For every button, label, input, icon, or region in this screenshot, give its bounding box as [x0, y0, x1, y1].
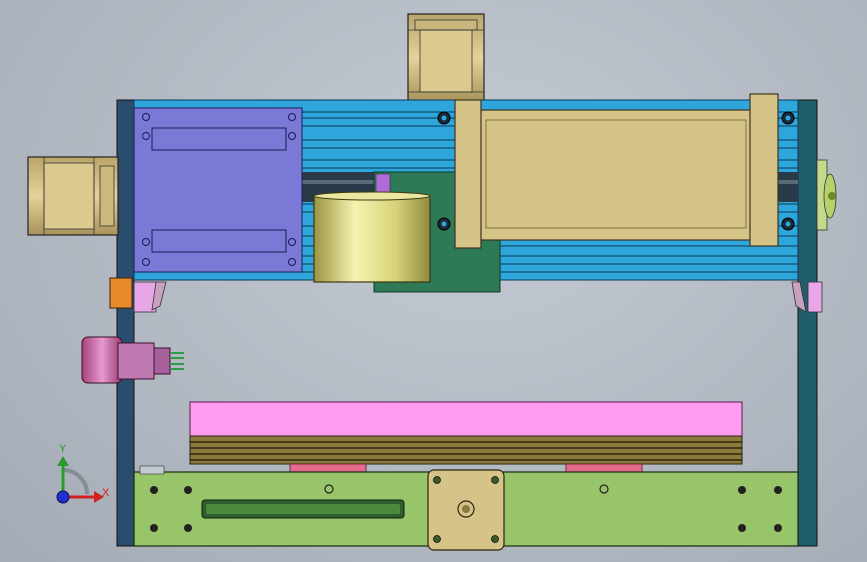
cnc-assembly-drawing: [27, 13, 837, 551]
limit-switch-left[interactable]: [109, 277, 167, 313]
right-bearing-coupler: [816, 159, 837, 231]
bottom-stepper-motor[interactable]: [427, 469, 505, 551]
x-carriage-housing[interactable]: [479, 109, 753, 241]
cad-viewport[interactable]: Y X: [0, 0, 867, 562]
left-stepper-motor[interactable]: [27, 156, 119, 236]
axis-x-label: X: [102, 487, 110, 499]
right-side-plate[interactable]: [797, 99, 818, 547]
left-side-plate[interactable]: [116, 99, 135, 547]
work-bed[interactable]: [189, 401, 743, 473]
top-stepper-motor[interactable]: [407, 13, 485, 103]
y-carriage-plate[interactable]: [133, 107, 303, 273]
spindle-cylinder[interactable]: [313, 191, 431, 283]
coordinate-triad: [56, 456, 104, 504]
aviation-connector[interactable]: [81, 336, 184, 384]
axis-y-label: Y: [59, 443, 67, 455]
